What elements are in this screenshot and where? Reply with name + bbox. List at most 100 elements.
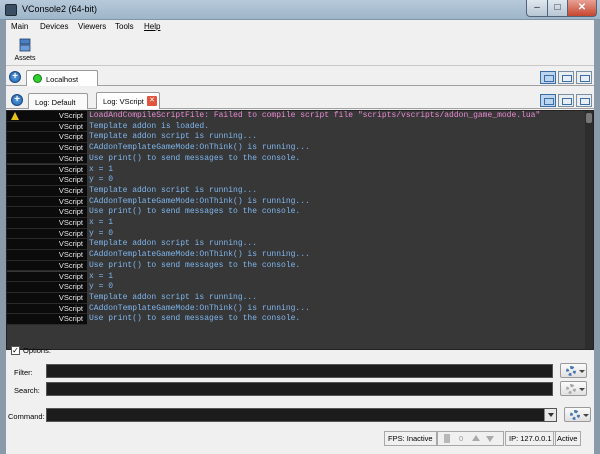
console-row-message: CAddonTemplateGameMode:OnThink() is runn… (89, 250, 310, 260)
tab-log-default-label: Log: Default (35, 98, 76, 107)
search-input[interactable] (46, 382, 553, 396)
maximize-button[interactable]: □ (547, 0, 568, 17)
console-row-source: VScript (7, 132, 87, 144)
console-row-message: Template addon script is running... (89, 292, 258, 302)
console-row-source: VScript (7, 228, 87, 240)
toolbar: Assets (6, 34, 594, 66)
console-row: VScript CAddonTemplateGameMode:OnThink() … (7, 143, 593, 154)
menu-devices[interactable]: Devices (40, 22, 68, 31)
log-tab-bar: + Log: Default Log: VScript ✕ (6, 91, 594, 109)
console-row-source: VScript (7, 292, 87, 304)
console-row: VScript Use print() to send messages to t… (7, 153, 593, 165)
console-row-message: CAddonTemplateGameMode:OnThink() is runn… (89, 196, 310, 206)
console-row-source: VScript (7, 314, 87, 325)
add-log-button[interactable]: + (11, 94, 23, 106)
console-row: VScript x = 1 (7, 271, 593, 283)
title-bar: VConsole2 (64-bit) – □ ✕ (0, 0, 600, 20)
menu-bar: Main Devices Viewers Tools Help (6, 20, 594, 33)
console-scrollbar[interactable] (585, 111, 593, 349)
console-row-source: VScript (7, 153, 87, 165)
bookmark-nav: 0 (437, 431, 504, 446)
console-row: VScript Template addon script is running.… (7, 239, 593, 251)
console-row: VScript Template addon script is running.… (7, 132, 593, 144)
menu-viewers[interactable]: Viewers (78, 22, 106, 31)
chevron-down-icon (579, 388, 585, 391)
console-row: VScript x = 1 (7, 164, 593, 176)
log-layout-split-horizontal-icon[interactable] (576, 94, 592, 107)
console-row-source: VScript (7, 260, 87, 272)
console-row: VScript CAddonTemplateGameMode:OnThink() … (7, 196, 593, 208)
console-row-source: VScript (7, 303, 87, 315)
console-row-message: y = 0 (89, 282, 114, 292)
log-layout-single-icon[interactable] (540, 94, 556, 107)
console-row-message: Template addon script is running... (89, 239, 258, 249)
close-tab-icon[interactable]: ✕ (147, 96, 157, 106)
fps-status: FPS: Inactive (384, 431, 437, 446)
menu-tools[interactable]: Tools (115, 22, 134, 31)
tab-log-default[interactable]: Log: Default (28, 93, 88, 109)
console-row-source: VScript (7, 207, 87, 218)
connection-status-icon (33, 74, 42, 83)
console-row-message: y = 0 (89, 175, 114, 185)
gear-icon (566, 366, 576, 376)
console-row-message: Use print() to send messages to the cons… (89, 314, 301, 324)
console-row: VScript Use print() to send messages to t… (7, 260, 593, 272)
arrow-down-icon[interactable] (486, 436, 494, 442)
console-row-message: y = 0 (89, 228, 114, 238)
assets-button[interactable]: Assets (12, 36, 38, 64)
filter-settings-button[interactable] (560, 363, 587, 378)
close-button[interactable]: ✕ (567, 0, 597, 17)
console-row-message: CAddonTemplateGameMode:OnThink() is runn… (89, 143, 310, 153)
window-title: VConsole2 (64-bit) (22, 4, 98, 14)
command-settings-button[interactable] (564, 407, 591, 422)
console-row-message: Template addon script is running... (89, 185, 258, 195)
minimize-button[interactable]: – (526, 0, 548, 17)
console-row: VScript Use print() to send messages to t… (7, 207, 593, 218)
search-label: Search: (14, 386, 40, 395)
layout-single-icon[interactable] (540, 71, 556, 84)
console-row-message: x = 1 (89, 164, 114, 174)
tab-localhost[interactable]: Localhost (26, 70, 98, 86)
log-layout-split-vertical-icon[interactable] (558, 94, 574, 107)
tab-log-vscript[interactable]: Log: VScript ✕ (96, 92, 160, 109)
menu-help[interactable]: Help (144, 22, 160, 31)
console-row-message: CAddonTemplateGameMode:OnThink() is runn… (89, 303, 310, 313)
console-row-source: VScript (7, 175, 87, 186)
filter-input[interactable] (46, 364, 553, 378)
command-input[interactable] (46, 408, 557, 422)
console-log[interactable]: VScript LoadAndCompileScriptFile: Failed … (6, 110, 594, 350)
console-row-message: LoadAndCompileScriptFile: Failed to comp… (89, 111, 541, 120)
console-row-message: Template addon is loaded. (89, 121, 210, 131)
console-row-source: VScript (7, 143, 87, 154)
chevron-down-icon (579, 370, 585, 373)
options-label: Options: (23, 346, 51, 355)
arrow-up-icon[interactable] (472, 435, 480, 441)
console-row: VScript Use print() to send messages to t… (7, 314, 593, 325)
options-checkbox[interactable]: ✓ (11, 346, 20, 355)
menu-main[interactable]: Main (11, 22, 28, 31)
chevron-down-icon (583, 414, 589, 417)
console-row-source: VScript (7, 164, 87, 176)
console-row-message: Use print() to send messages to the cons… (89, 260, 301, 270)
console-row-source: VScript (7, 250, 87, 261)
console-row-source: VScript (7, 271, 87, 283)
gear-icon (570, 410, 580, 420)
console-row: VScript CAddonTemplateGameMode:OnThink() … (7, 250, 593, 261)
layout-split-vertical-icon[interactable] (558, 71, 574, 84)
bookmark-icon[interactable] (444, 434, 450, 443)
command-label: Command: (8, 412, 45, 421)
command-dropdown-button[interactable] (544, 409, 556, 421)
console-row-source: VScript (7, 111, 87, 122)
search-settings-button[interactable] (560, 381, 587, 396)
console-row: VScript CAddonTemplateGameMode:OnThink() … (7, 303, 593, 315)
gear-icon (566, 384, 576, 394)
bookmark-count: 0 (459, 434, 464, 443)
console-row-source: VScript (7, 185, 87, 197)
console-row: VScript Template addon script is running.… (7, 185, 593, 197)
assets-label: Assets (14, 55, 36, 62)
console-row-message: x = 1 (89, 271, 114, 281)
add-connection-button[interactable]: + (9, 71, 21, 83)
assets-icon (19, 38, 31, 52)
layout-split-horizontal-icon[interactable] (576, 71, 592, 84)
console-row: VScript y = 0 (7, 175, 593, 186)
